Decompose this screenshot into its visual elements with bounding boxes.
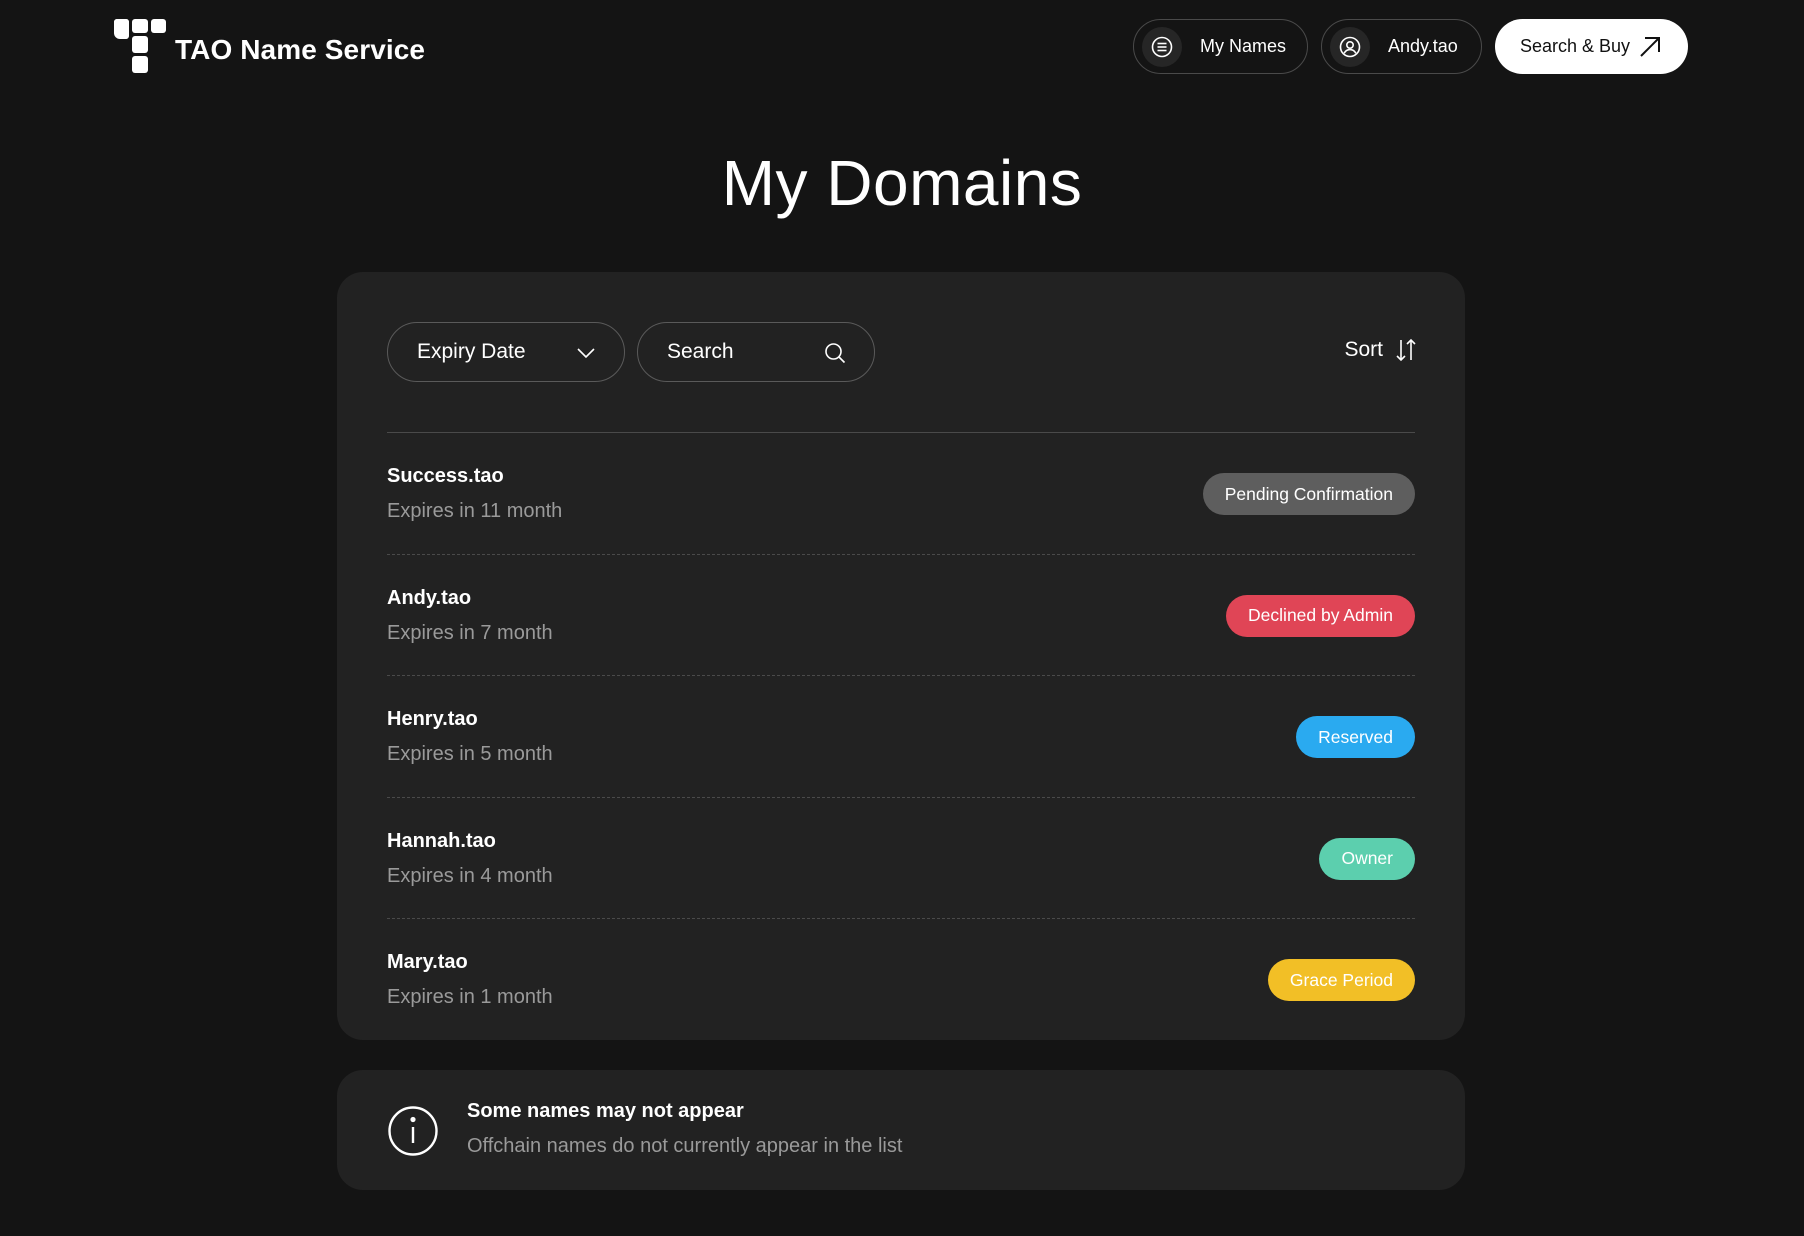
domain-row[interactable]: Henry.tao Expires in 5 month Reserved <box>387 676 1415 798</box>
domain-row[interactable]: Mary.tao Expires in 1 month Grace Period <box>387 919 1415 1041</box>
search-placeholder: Search <box>667 340 734 363</box>
domain-expiry: Expires in 1 month <box>387 986 553 1008</box>
offchain-notice: Some names may not appear Offchain names… <box>337 1070 1465 1190</box>
expiry-date-dropdown[interactable]: Expiry Date <box>387 322 625 382</box>
domain-expiry: Expires in 7 month <box>387 621 553 644</box>
notice-subtitle: Offchain names do not currently appear i… <box>467 1135 903 1157</box>
domains-card: Expiry Date Search Sort Success.tao Expi… <box>337 272 1465 1040</box>
domain-row[interactable]: Hannah.tao Expires in 4 month Owner <box>387 798 1415 919</box>
domain-name: Hannah.tao <box>387 829 496 852</box>
domain-row[interactable]: Success.tao Expires in 11 month Pending … <box>387 433 1415 555</box>
list-icon <box>1142 26 1182 67</box>
status-badge: Owner <box>1319 837 1415 880</box>
chevron-down-icon <box>576 343 596 369</box>
search-icon <box>824 342 846 370</box>
search-buy-button[interactable]: Search & Buy <box>1495 19 1688 74</box>
search-buy-label: Search & Buy <box>1520 36 1631 56</box>
domain-expiry: Expires in 11 month <box>387 500 563 522</box>
status-badge: Declined by Admin <box>1226 594 1415 637</box>
my-names-button[interactable]: My Names <box>1133 19 1308 74</box>
sort-arrows-icon <box>1395 338 1417 362</box>
user-account-button[interactable]: Andy.tao <box>1321 19 1482 74</box>
domain-name: Success.tao <box>387 465 504 487</box>
brand-logo[interactable]: TAO Name Service <box>114 19 425 73</box>
dropdown-selected-value: Expiry Date <box>417 340 526 363</box>
search-input[interactable]: Search <box>637 322 875 382</box>
status-badge: Grace Period <box>1267 959 1415 1001</box>
my-names-label: My Names <box>1200 36 1287 56</box>
page-title: My Domains <box>721 147 1083 219</box>
status-badge: Reserved <box>1296 716 1415 758</box>
top-bar: TAO Name Service My Names Andy.tao Searc… <box>0 0 1804 94</box>
domain-expiry: Expires in 4 month <box>387 864 553 887</box>
info-icon <box>387 1105 439 1162</box>
tao-logo-icon <box>114 19 166 73</box>
status-badge: Pending Confirmation <box>1202 473 1415 515</box>
domain-name: Mary.tao <box>387 951 468 973</box>
domain-expiry: Expires in 5 month <box>387 743 553 765</box>
notice-title: Some names may not appear <box>467 1100 744 1122</box>
domain-list: Success.tao Expires in 11 month Pending … <box>387 433 1415 1041</box>
domain-name: Andy.tao <box>387 586 472 609</box>
sort-label: Sort <box>1344 338 1383 361</box>
brand-name: TAO Name Service <box>175 34 426 65</box>
user-label: Andy.tao <box>1388 36 1458 56</box>
arrow-up-right-icon <box>1638 35 1662 59</box>
domain-name: Henry.tao <box>387 708 478 730</box>
domain-row[interactable]: Andy.tao Expires in 7 month Declined by … <box>387 555 1415 676</box>
sort-button[interactable]: Sort <box>1344 338 1417 362</box>
user-circle-icon <box>1330 26 1370 67</box>
